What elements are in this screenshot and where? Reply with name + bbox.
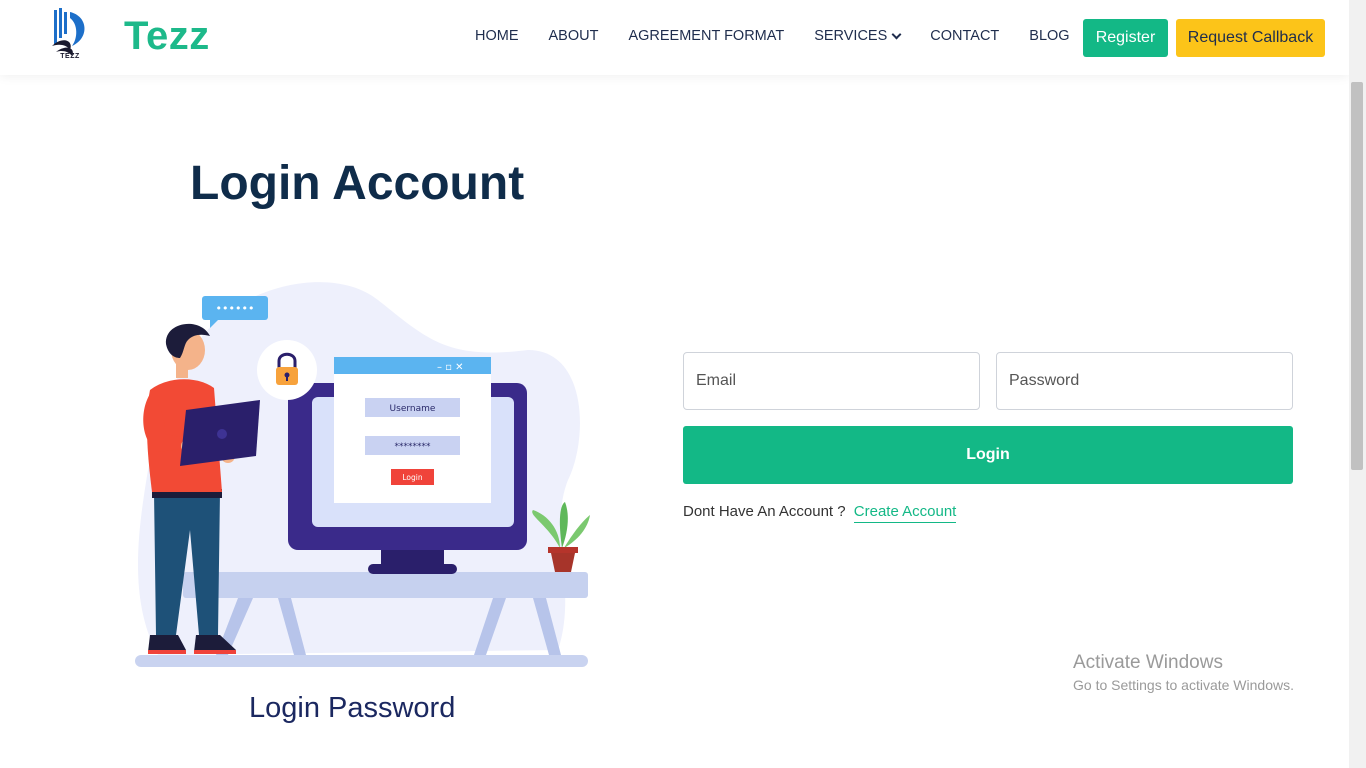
email-field[interactable] [683,352,980,410]
login-illustration: – ▫ ✕ Username ******** Login •••••• [135,282,590,667]
logo-caption: TEZZ [60,53,80,60]
plant-pot [551,553,575,572]
nav-services[interactable]: SERVICES [814,28,902,44]
page-scrollbar[interactable] [1349,0,1366,768]
monitor-base [368,564,457,574]
signup-prompt: Dont Have An Account ? [683,503,846,520]
signup-row: Dont Have An Account ? Create Account [683,503,957,523]
illustration-caption: Login Password [249,692,456,724]
brand-name[interactable]: Tezz [124,14,210,59]
nav-home[interactable]: HOME [475,28,519,44]
plant-leaf-3 [564,515,590,548]
nav-contact[interactable]: CONTACT [930,28,999,44]
nav-blog[interactable]: BLOG [1029,28,1069,44]
activate-windows-subtitle: Go to Settings to activate Windows. [1073,677,1294,693]
navbar: TEZZ Tezz HOME ABOUT AGREEMENT FORMAT SE… [0,0,1349,75]
page: TEZZ Tezz HOME ABOUT AGREEMENT FORMAT SE… [0,0,1366,768]
floor-line [135,655,588,667]
password-field[interactable] [996,352,1293,410]
create-account-link[interactable]: Create Account [853,503,957,523]
password-field-mask: ******** [395,442,432,452]
register-button[interactable]: Register [1083,19,1168,57]
request-callback-button[interactable]: Request Callback [1176,19,1325,57]
nav-about[interactable]: ABOUT [549,28,599,44]
plant-pot-rim [548,547,578,553]
window-controls: – ▫ ✕ [437,362,464,373]
scrollbar-thumb[interactable] [1351,82,1363,470]
chevron-down-icon [891,29,902,39]
page-title: Login Account [190,157,525,210]
username-field-label: Username [390,404,436,414]
activate-windows-title: Activate Windows [1073,652,1223,673]
desk-top [183,572,588,598]
nav-services-label: SERVICES [814,28,888,44]
mini-login-label: Login [402,473,422,482]
monitor-neck [381,550,444,566]
nav-agreement-format[interactable]: AGREEMENT FORMAT [628,28,784,44]
chat-dots: •••••• [216,302,255,315]
login-window-titlebar [334,357,491,374]
login-button[interactable]: Login [683,426,1293,484]
main-nav: HOME ABOUT AGREEMENT FORMAT SERVICES CON… [475,28,1100,44]
